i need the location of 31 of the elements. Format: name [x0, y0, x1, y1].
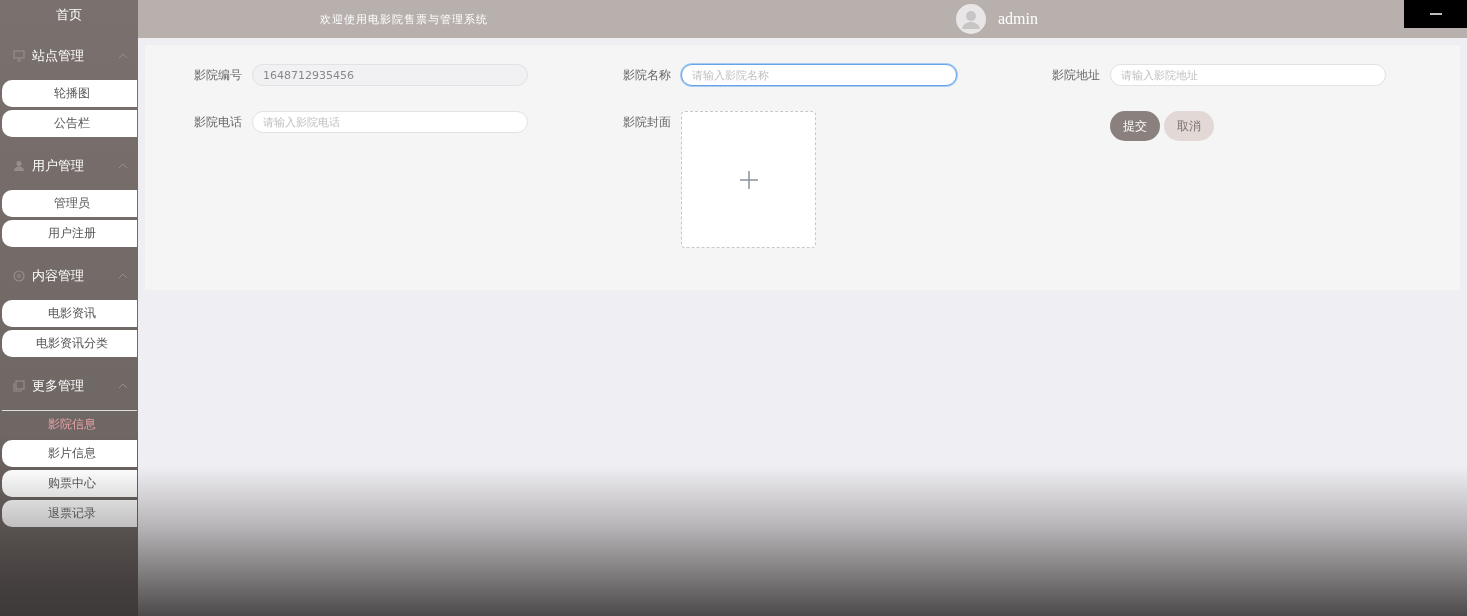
monitor-icon	[12, 49, 26, 63]
welcome-title: 欢迎使用电影院售票与管理系统	[320, 11, 488, 27]
sidebar-item[interactable]: 购票中心	[2, 470, 137, 497]
field-label: 影院封面	[622, 114, 672, 131]
menu-group-header[interactable]: 内容管理	[0, 252, 138, 300]
field-label: 影院电话	[193, 114, 243, 131]
upload-area[interactable]	[681, 111, 816, 248]
field-label: 影院编号	[193, 67, 243, 84]
minimize-icon	[1429, 13, 1442, 15]
sidebar-item[interactable]: 电影资讯分类	[2, 330, 137, 357]
sidebar-item[interactable]: 管理员	[2, 190, 137, 217]
sidebar-item[interactable]: 影片信息	[2, 440, 137, 467]
submit-button[interactable]: 提交	[1110, 111, 1160, 141]
menu-group-header[interactable]: 用户管理	[0, 142, 138, 190]
cancel-button[interactable]: 取消	[1164, 111, 1214, 141]
user-icon	[12, 159, 26, 173]
menu-group-header[interactable]: 更多管理	[0, 362, 138, 410]
sidebar-item[interactable]: 用户注册	[2, 220, 137, 247]
sidebar-item[interactable]: 电影资讯	[2, 300, 137, 327]
chat-icon	[12, 269, 26, 283]
plus-icon	[738, 169, 759, 190]
home-link[interactable]: 首页	[0, 0, 138, 30]
sidebar-item[interactable]: 公告栏	[2, 110, 137, 137]
sidebar-item[interactable]: 轮播图	[2, 80, 137, 107]
minimize-button[interactable]	[1404, 0, 1467, 28]
copy-icon	[12, 379, 26, 393]
menu-group-header[interactable]: 站点管理	[0, 32, 138, 80]
field-label: 影院名称	[622, 67, 672, 84]
field-label: 影院地址	[1051, 67, 1101, 84]
avatar-icon[interactable]	[956, 4, 986, 34]
sidebar-item[interactable]: 退票记录	[2, 500, 137, 527]
